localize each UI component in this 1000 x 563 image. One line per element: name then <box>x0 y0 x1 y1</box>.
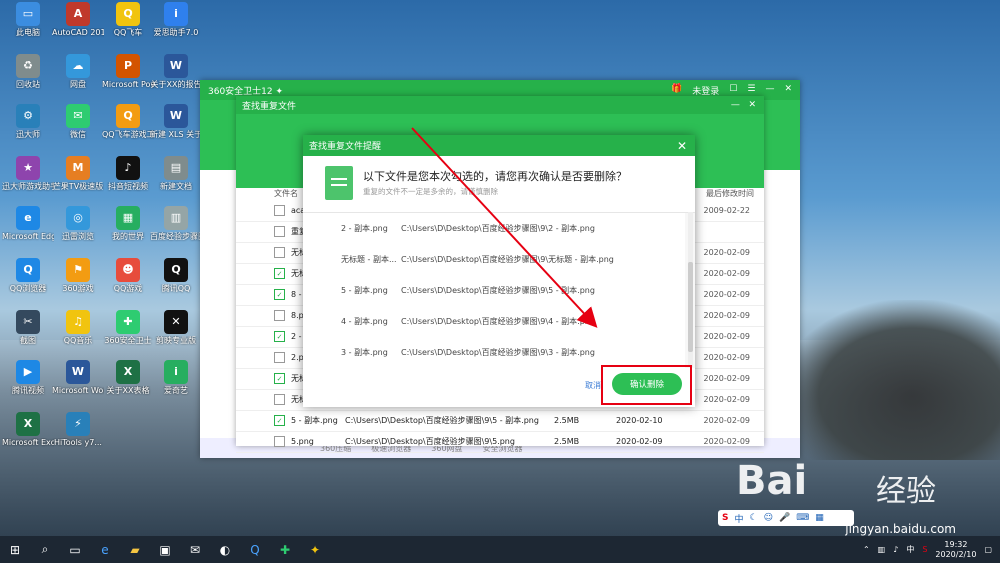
tray-lang[interactable]: 中 <box>906 544 914 555</box>
baidu-watermark: Bai 经验 jingyan.baidu.com <box>736 458 956 538</box>
task-view-icon[interactable]: ▭ <box>60 536 90 563</box>
watermark-brand: Bai <box>736 458 808 504</box>
sogou-icon: S <box>722 513 729 523</box>
start-icon[interactable]: ⊞ <box>0 536 30 563</box>
mail-icon[interactable]: ✉ <box>180 536 210 563</box>
clock-time: 19:32 <box>944 539 968 549</box>
watermark-jingyan: 经验 <box>876 474 936 509</box>
360-plus-icon[interactable]: ✚ <box>270 536 300 563</box>
watermark-url: jingyan.baidu.com <box>845 522 956 536</box>
sogou-tray-icon[interactable]: S <box>922 545 927 554</box>
notification-icon[interactable]: ▢ <box>984 545 992 554</box>
store-icon[interactable]: ▣ <box>150 536 180 563</box>
chevron-up-icon[interactable]: ⌃ <box>863 545 870 554</box>
browser-icon[interactable]: ◐ <box>210 536 240 563</box>
edge-icon[interactable]: e <box>90 536 120 563</box>
taskbar: ⊞ ⌕ ▭ e ▰ ▣ ✉ ◐ Q ✚ ✦ ⌃ ▥ ♪ 中 S 19:32 20… <box>0 536 1000 563</box>
360-guard-icon[interactable]: ✦ <box>300 536 330 563</box>
clock[interactable]: 19:32 2020/2/10 <box>935 540 976 560</box>
system-tray: ⌃ ▥ ♪ 中 S 19:32 2020/2/10 ▢ <box>863 540 1000 560</box>
network-icon[interactable]: ▥ <box>878 545 886 554</box>
folder-icon[interactable]: ▰ <box>120 536 150 563</box>
clock-date: 2020/2/10 <box>935 549 977 559</box>
volume-icon[interactable]: ♪ <box>893 545 898 554</box>
qq-browser-icon[interactable]: Q <box>240 536 270 563</box>
search-icon[interactable]: ⌕ <box>30 536 60 563</box>
